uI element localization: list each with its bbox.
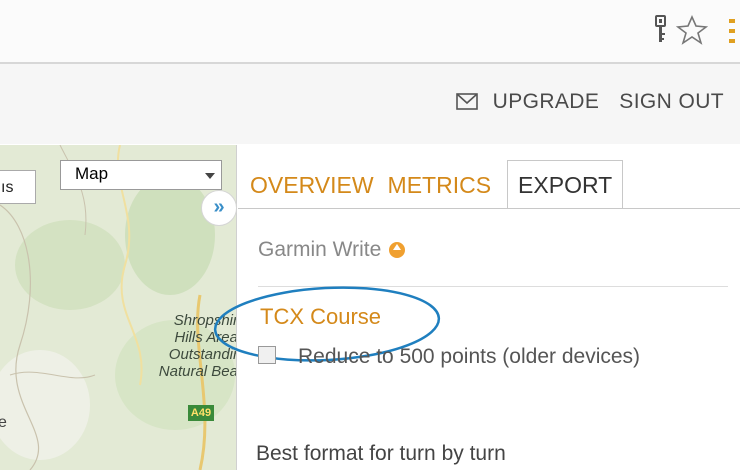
chevron-down-icon (205, 173, 215, 179)
reduce-points-checkbox[interactable] (258, 346, 276, 364)
panel-tabs: OVERVIEW METRICS EXPORT (250, 160, 624, 209)
export-description: Best format for turn by turn (256, 442, 506, 465)
tabs-underline (238, 208, 740, 209)
menu-icon[interactable] (727, 16, 737, 46)
map-edge-label: e (0, 414, 7, 431)
road-badge: A49 (188, 405, 214, 421)
sign-out-link[interactable]: SIGN OUT (619, 90, 724, 114)
tab-export[interactable]: EXPORT (507, 160, 624, 209)
map-left-button[interactable]: ıs (0, 170, 36, 204)
browser-toolbar (0, 0, 740, 64)
tab-overview[interactable]: OVERVIEW (250, 161, 388, 209)
map-type-value: Map (75, 164, 109, 183)
upload-icon (389, 242, 406, 258)
map-type-select[interactable]: Map (60, 160, 222, 190)
star-icon[interactable] (676, 14, 708, 46)
upgrade-link[interactable]: UPGRADE (493, 90, 600, 114)
mail-icon[interactable] (455, 92, 481, 112)
collapse-panel-button[interactable]: » (201, 190, 237, 226)
garmin-write-heading[interactable]: Garmin Write (258, 238, 406, 262)
header-nav: UPGRADE SIGN OUT (455, 90, 724, 114)
reduce-points-label: Reduce to 500 points (older devices) (298, 345, 641, 368)
key-icon[interactable] (648, 14, 672, 46)
tab-metrics[interactable]: METRICS (388, 161, 506, 209)
